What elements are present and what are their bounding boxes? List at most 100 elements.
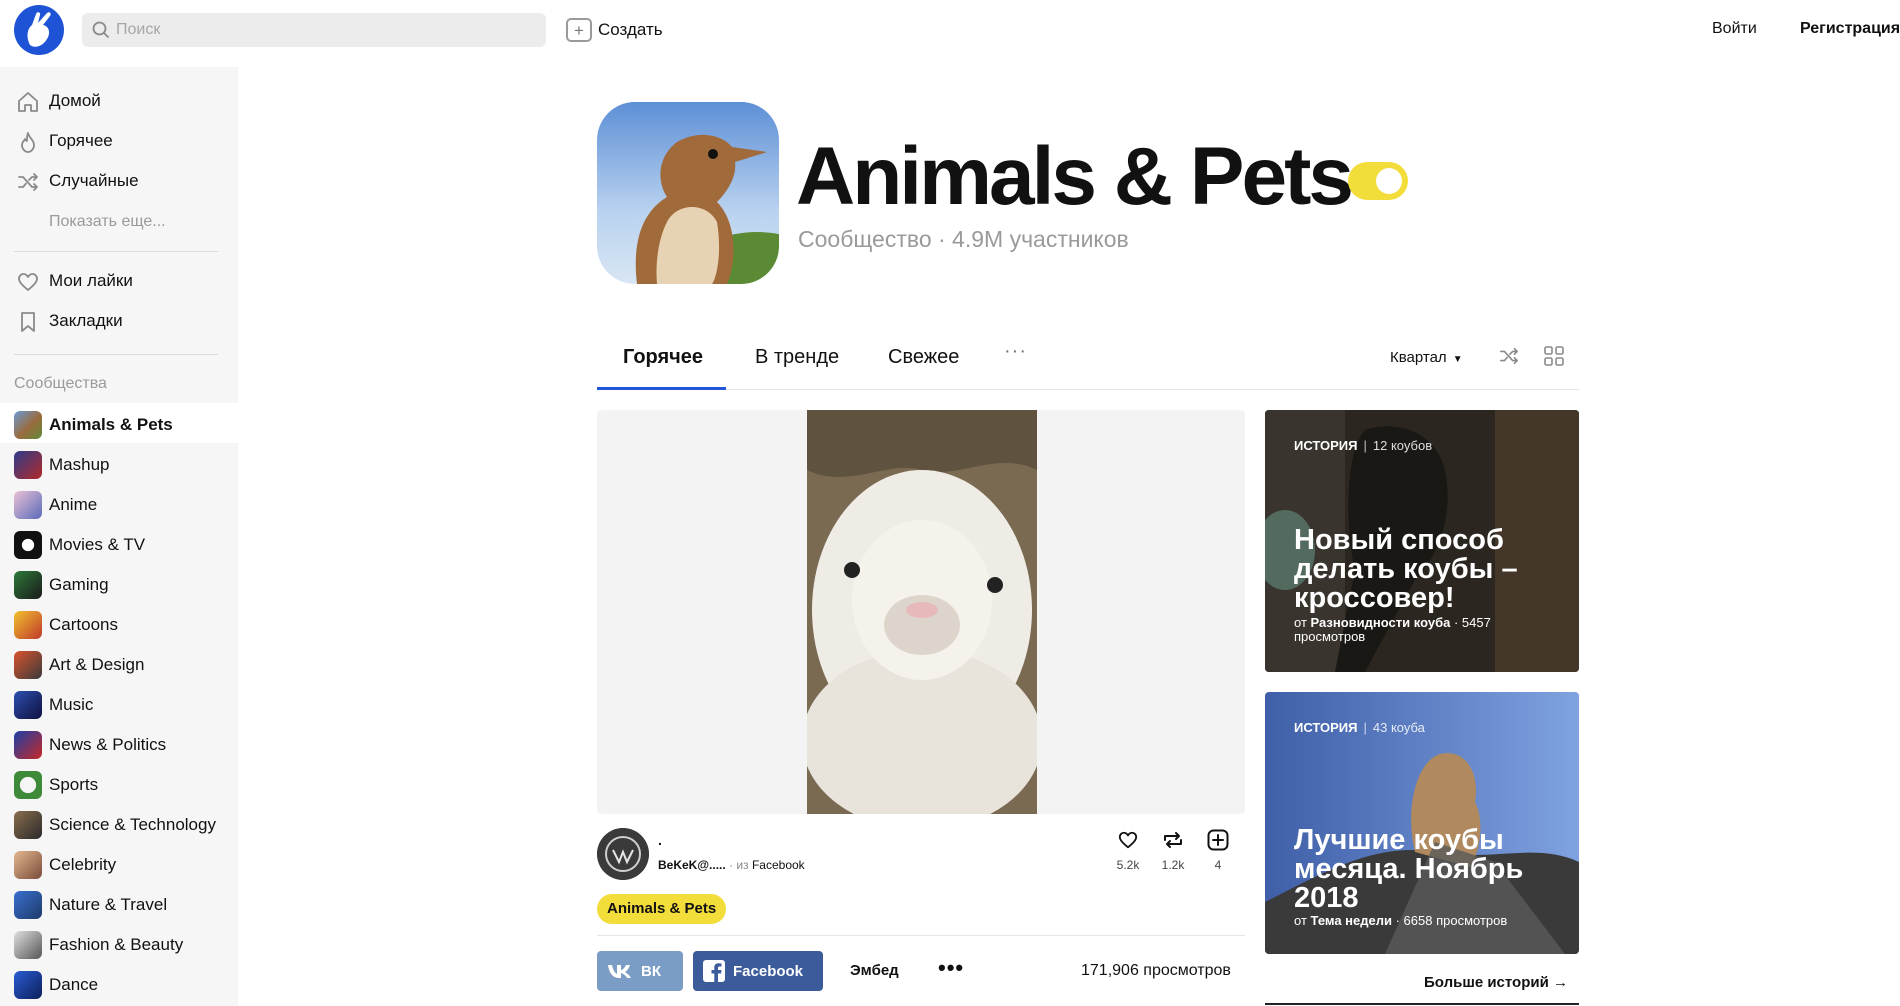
card-divider [597,935,1245,936]
share-vk-label: ВК [641,962,661,980]
embed-button[interactable]: Эмбед [850,962,899,979]
story-meta: ИСТОРИЯ | 43 коуба [1294,720,1425,735]
tabs-more-button[interactable]: ··· [1004,340,1027,363]
community-label: Art & Design [49,655,145,674]
community-avatar [14,531,42,559]
sidebar-community-science-technology[interactable]: Science & Technology [0,803,238,843]
tab-hot[interactable]: Горячее [623,346,703,369]
author-avatar-image [597,828,649,880]
author-avatar[interactable] [597,828,649,880]
sidebar-community-celebrity[interactable]: Celebrity [0,843,238,883]
login-link[interactable]: Войти [1712,20,1757,38]
story-card[interactable]: ИСТОРИЯ | 12 коубов Новый способ делать ко… [1265,410,1579,672]
share-facebook-label: Facebook [733,962,804,980]
community-label: Nature & Travel [49,895,168,914]
sidebar-community-movies-tv[interactable]: Movies & TV [0,523,238,563]
sidebar-community-nature-travel[interactable]: Nature & Travel [0,883,238,923]
search-input[interactable] [116,13,536,47]
story-meta: ИСТОРИЯ | 12 коубов [1294,438,1432,453]
sidebar-community-fashion-beauty[interactable]: Fashion & Beauty [0,923,238,963]
community-label: Cartoons [49,615,118,634]
sidebar-community-music[interactable]: Music [0,683,238,723]
share-vk-button[interactable]: ВК [597,951,683,991]
community-avatar [14,971,42,999]
add-bookmark-icon [1207,829,1229,851]
sidebar-community-anime[interactable]: Anime [0,483,238,523]
story-label: ИСТОРИЯ [1294,720,1358,735]
sheep-video-frame [807,410,1037,814]
community-label: Mashup [49,455,110,474]
author-line: BeKeK@..... · из Facebook [658,858,805,872]
period-label: Квартал [1390,349,1447,366]
community-label: Fashion & Beauty [49,935,184,954]
sidebar-item-label: Закладки [49,311,123,330]
sidebar-item-label: Горячее [49,131,113,150]
sidebar-item-hot[interactable]: Горячее [0,123,238,159]
community-label: Animals & Pets [49,415,173,434]
flame-icon [21,132,35,153]
share-facebook-button[interactable]: Facebook [693,951,823,991]
tab-trending[interactable]: В тренде [755,346,839,369]
sidebar-community-sports[interactable]: Sports [0,763,238,803]
community-avatar [14,731,42,759]
recoubs-count: 1.2k [1161,858,1185,872]
community-avatar [14,851,42,879]
story-footer: от Разновидности коуба · 5457 просмотров [1294,616,1534,644]
sidebar-community-mashup[interactable]: Mashup [0,443,238,483]
sidebar-community-gaming[interactable]: Gaming [0,563,238,603]
tab-fresh[interactable]: Свежее [888,346,959,369]
communities-heading: Сообщества [14,375,107,392]
community-avatar [14,571,42,599]
sidebar-community-art-design[interactable]: Art & Design [0,643,238,683]
sidebar-community-cartoons[interactable]: Cartoons [0,603,238,643]
separator: | [1363,720,1367,735]
video-player[interactable] [807,410,1037,814]
community-label: Music [49,695,94,714]
community-avatar [14,611,42,639]
sidebar-item-likes[interactable]: Мои лайки [0,263,238,299]
follow-toggle[interactable] [1348,162,1408,200]
sidebar-divider [14,251,218,252]
story-author[interactable]: Тема недели [1311,913,1392,928]
community-label: Dance [49,975,99,994]
views-count: 171,906 просмотров [1081,962,1231,979]
source-label: Facebook [751,858,805,872]
post-title[interactable]: . [658,832,662,848]
community-tag[interactable]: Animals & Pets [597,894,727,924]
sidebar-community-animals-pets[interactable]: Animals & Pets [0,403,238,443]
story-author[interactable]: Разновидности коуба [1311,615,1451,630]
period-dropdown[interactable]: Квартал ▼ [1390,349,1463,366]
bookmark-icon [21,312,35,332]
search-box [82,13,546,47]
community-avatar [14,931,42,959]
separator: | [1363,438,1367,453]
story-count: 12 коубов [1372,438,1433,453]
coub-logo[interactable] [14,5,64,55]
community-subtitle: Сообщество · 4.9M участников [798,226,1129,252]
author-name[interactable]: BeKeK@..... [658,858,726,872]
sidebar-community-dance[interactable]: Dance [0,963,238,1003]
story-from: от [1294,615,1307,630]
community-label: News & Politics [49,735,167,754]
story-card[interactable]: ИСТОРИЯ | 43 коуба Лучшие коубы месяца. Но… [1265,692,1579,954]
community-avatar [14,491,42,519]
shuffle-view-icon[interactable] [1498,346,1520,366]
create-button[interactable]: + Создать [566,18,663,42]
community-label: Sports [49,775,99,794]
grid-view-icon[interactable] [1543,345,1565,367]
shuffle-icon [18,173,38,191]
sidebar-divider [14,354,218,355]
show-more-link[interactable]: Показать еще... [49,213,166,231]
sidebar-item-label: Случайные [49,171,139,190]
top-header: + Создать Войти Регистрация [0,0,1900,64]
more-stories-link[interactable]: Больше историй → [1424,974,1568,991]
bird-avatar-image [597,102,779,284]
register-link[interactable]: Регистрация [1800,20,1900,38]
sidebar-item-random[interactable]: Случайные [0,163,238,199]
sidebar-item-home[interactable]: Домой [0,83,238,119]
sidebar-item-bookmarks[interactable]: Закладки [0,303,238,339]
post-more-button[interactable]: ••• [938,955,964,981]
bookmarks-count: 4 [1214,858,1222,872]
story-count: 43 коуба [1372,720,1425,735]
sidebar-community-news-politics[interactable]: News & Politics [0,723,238,763]
